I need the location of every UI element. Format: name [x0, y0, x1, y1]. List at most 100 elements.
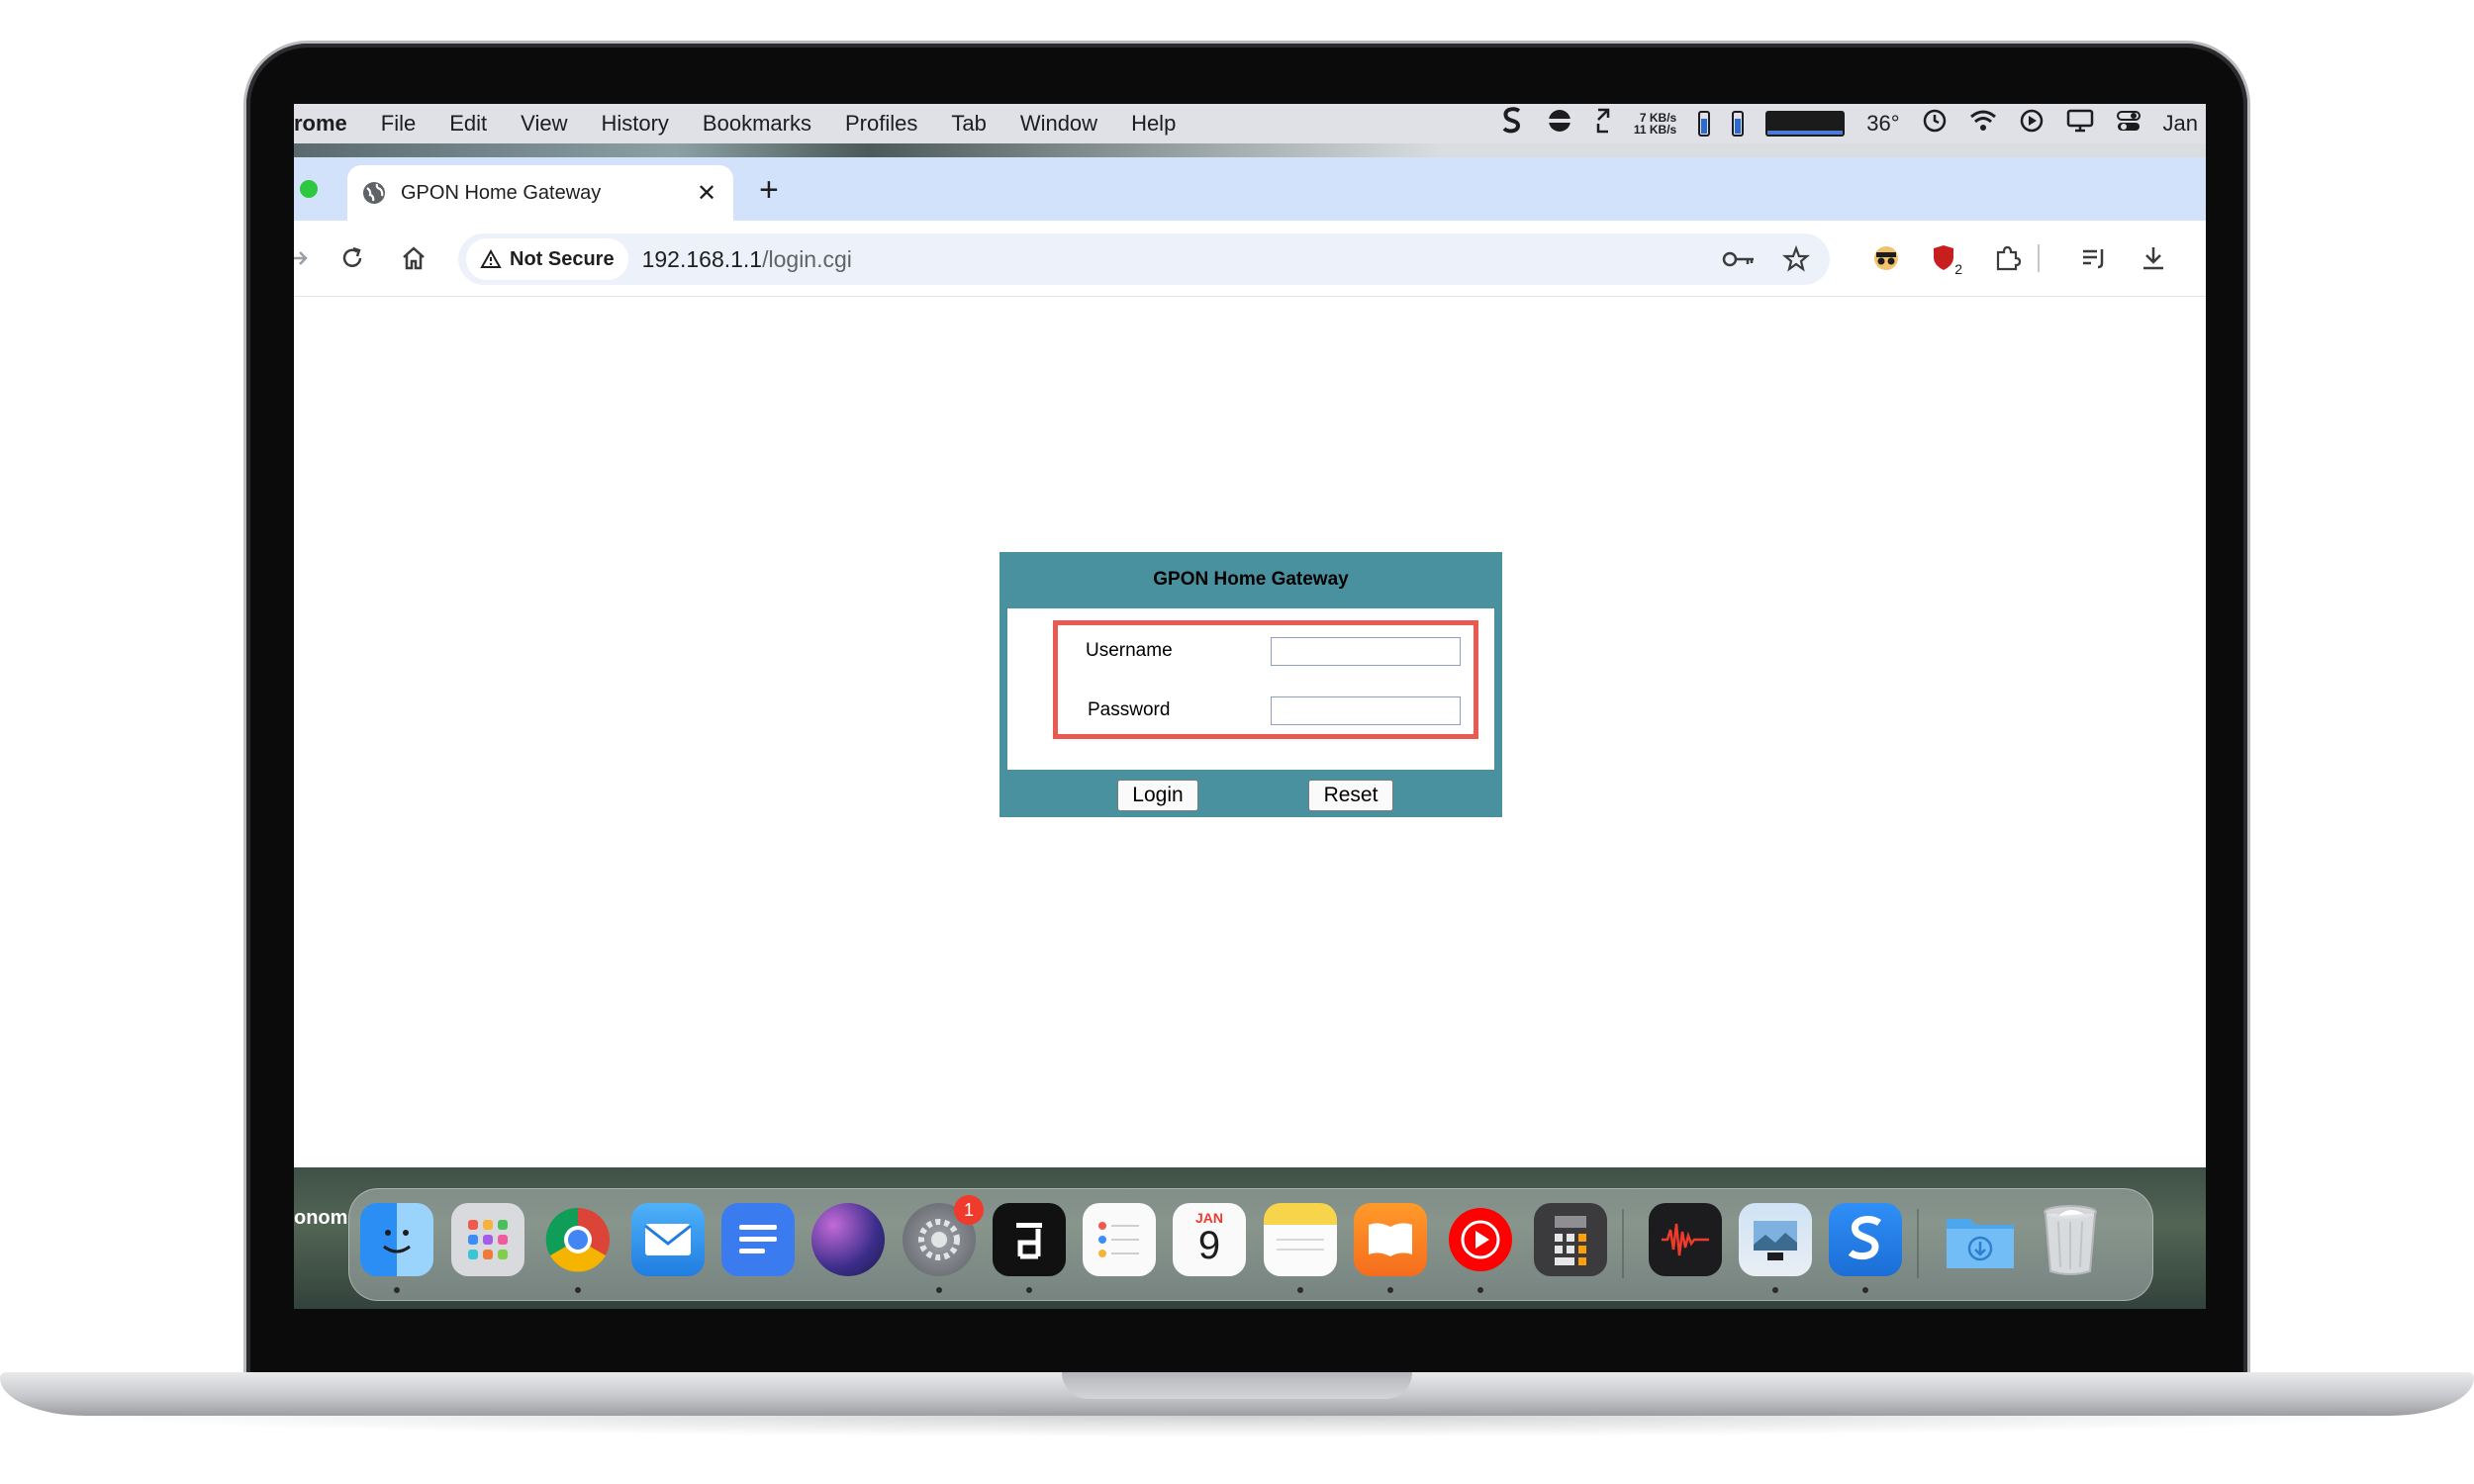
running-indicator — [1477, 1287, 1483, 1293]
menu-history[interactable]: History — [601, 111, 668, 137]
display-icon[interactable] — [2066, 108, 2094, 139]
s-app-dock-icon[interactable] — [1829, 1203, 1902, 1276]
youtube-music-icon[interactable] — [1444, 1203, 1517, 1276]
cpu-graph-icon — [1765, 111, 1846, 137]
menu-bar: rome File Edit View History Bookmarks Pr… — [294, 104, 2206, 143]
ssd-meter-icon — [1698, 111, 1711, 137]
url-path: /login.cgi — [762, 245, 852, 272]
voice-memos-icon[interactable] — [1649, 1203, 1722, 1276]
running-indicator — [394, 1287, 400, 1293]
reading-list-icon[interactable] — [2075, 239, 2113, 277]
not-secure-chip[interactable]: Not Secure — [466, 238, 628, 280]
incognito-extension-icon[interactable] — [1867, 239, 1905, 277]
reload-icon[interactable] — [333, 239, 371, 277]
system-settings-icon[interactable]: 1 — [903, 1195, 984, 1276]
globe-icon — [361, 180, 387, 206]
menu-date[interactable]: Jan — [2163, 111, 2198, 137]
url-host: 192.168.1.1 — [641, 245, 763, 272]
calendar-icon[interactable]: JAN 9 — [1173, 1203, 1246, 1276]
menu-window[interactable]: Window — [1020, 111, 1097, 137]
running-indicator — [1297, 1287, 1303, 1293]
screen: rome File Edit View History Bookmarks Pr… — [294, 104, 2206, 1309]
forward-arrow-icon[interactable] — [294, 239, 318, 277]
dock-separator — [1622, 1209, 1624, 1278]
login-form: Username Password — [1007, 608, 1494, 770]
net-down-speed: 11 KB/s — [1633, 123, 1677, 137]
window-zoom-button[interactable] — [300, 180, 318, 198]
a-app-icon[interactable] — [993, 1203, 1066, 1276]
finder-icon[interactable] — [360, 1203, 433, 1276]
login-panel: GPON Home Gateway Username Password Logi… — [999, 552, 1502, 817]
notes-icon[interactable] — [1264, 1203, 1337, 1276]
play-circle-icon[interactable] — [2019, 108, 2045, 139]
url-text[interactable]: 192.168.1.1/login.cgi — [642, 246, 852, 273]
not-secure-label: Not Secure — [510, 247, 615, 270]
username-label: Username — [1086, 640, 1173, 661]
memory-meter-icon — [1732, 111, 1745, 137]
warning-icon — [480, 249, 502, 268]
trash-icon[interactable] — [2034, 1203, 2107, 1276]
calendar-day: 9 — [1197, 1224, 1221, 1267]
expand-arrows-icon[interactable] — [1594, 108, 1612, 139]
notification-badge: 1 — [954, 1195, 984, 1225]
status-area: 7 KB/s 11 KB/s 36° Jan — [1499, 104, 2198, 143]
mail-icon[interactable] — [631, 1203, 705, 1276]
menu-help[interactable]: Help — [1131, 111, 1176, 137]
new-tab-button[interactable]: + — [759, 171, 779, 210]
menu-profiles[interactable]: Profiles — [845, 111, 917, 137]
tab-close-icon[interactable]: ✕ — [692, 178, 721, 208]
control-center-icon[interactable] — [2116, 108, 2141, 139]
menu-tab[interactable]: Tab — [951, 111, 986, 137]
dock-separator — [1917, 1209, 1919, 1278]
calculator-icon[interactable] — [1534, 1203, 1607, 1276]
menu-app-name[interactable]: rome — [294, 111, 347, 137]
reminders-icon[interactable] — [1083, 1203, 1156, 1276]
laptop-shadow — [59, 1416, 2415, 1438]
preview-icon[interactable] — [1739, 1203, 1812, 1276]
tab-title: GPON Home Gateway — [401, 181, 602, 204]
menu-file[interactable]: File — [381, 111, 416, 137]
menu-view[interactable]: View — [521, 111, 567, 137]
arc-orb-icon[interactable] — [811, 1203, 885, 1276]
docs-icon[interactable] — [721, 1203, 795, 1276]
login-button[interactable]: Login — [1117, 780, 1198, 811]
menu-edit[interactable]: Edit — [449, 111, 487, 137]
reset-button[interactable]: Reset — [1308, 780, 1393, 811]
wifi-icon[interactable] — [1969, 109, 1997, 139]
temperature-readout: 36° — [1866, 111, 1900, 136]
s-app-icon[interactable] — [1499, 107, 1525, 140]
toolbar-divider — [2034, 239, 2044, 277]
tab-gpon-home-gateway[interactable]: GPON Home Gateway ✕ — [347, 165, 733, 221]
running-indicator — [936, 1287, 942, 1293]
running-indicator — [1862, 1287, 1868, 1293]
password-label: Password — [1088, 699, 1171, 720]
desktop-label: onom — [294, 1207, 348, 1229]
dock: 1 JAN 9 — [348, 1188, 2153, 1301]
network-speed: 7 KB/s 11 KB/s — [1634, 112, 1676, 136]
vpn-globe-icon[interactable] — [1547, 108, 1572, 139]
login-title: GPON Home Gateway — [1153, 569, 1349, 590]
chrome-icon[interactable] — [541, 1203, 615, 1276]
extensions-puzzle-icon[interactable] — [1988, 239, 2026, 277]
download-icon[interactable] — [2135, 239, 2172, 277]
downloads-folder-icon[interactable] — [1944, 1203, 2017, 1276]
browser-toolbar: Not Secure 192.168.1.1/login.cgi 2 — [294, 221, 2206, 297]
launchpad-icon[interactable] — [451, 1203, 524, 1276]
address-bar[interactable]: Not Secure 192.168.1.1/login.cgi — [458, 233, 1830, 285]
running-indicator — [1026, 1287, 1032, 1293]
password-input[interactable] — [1271, 696, 1461, 725]
running-indicator — [575, 1287, 581, 1293]
web-page: GPON Home Gateway Username Password Logi… — [294, 297, 2206, 1167]
bookmark-star-icon[interactable] — [1778, 241, 1814, 277]
username-input[interactable] — [1271, 637, 1461, 666]
home-icon[interactable] — [395, 239, 432, 277]
books-icon[interactable] — [1354, 1203, 1427, 1276]
extension-badge: 2 — [1952, 261, 1964, 277]
tab-strip: GPON Home Gateway ✕ + — [294, 157, 2206, 221]
running-indicator — [1387, 1287, 1393, 1293]
running-indicator — [1772, 1287, 1778, 1293]
time-machine-icon[interactable] — [1922, 108, 1948, 139]
password-key-icon[interactable] — [1721, 241, 1757, 277]
menu-bookmarks[interactable]: Bookmarks — [703, 111, 811, 137]
shield-extension-icon[interactable]: 2 — [1927, 239, 1964, 277]
